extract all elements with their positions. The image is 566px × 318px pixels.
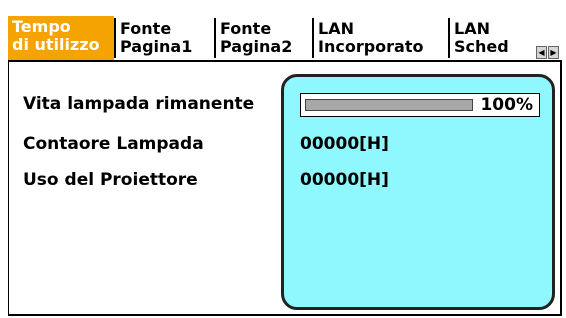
- scroll-right-button[interactable]: ▶: [548, 46, 559, 59]
- tab-label-line1: Fonte: [120, 19, 172, 38]
- tab-lan-schede[interactable]: LAN Sched: [448, 18, 534, 58]
- projector-hours-label: Uso del Proiettore: [23, 170, 198, 190]
- lamp-hours-value: 00000[H]: [300, 134, 389, 154]
- tab-label-line2: di utilizzo: [12, 35, 100, 54]
- info-panel: Vita lampada rimanente Contaore Lampada …: [8, 60, 562, 316]
- lamp-life-label: Vita lampada rimanente: [23, 94, 255, 114]
- tab-label-line1: LAN: [318, 19, 354, 38]
- arrow-left-icon: ◀: [538, 48, 545, 57]
- scroll-left-button[interactable]: ◀: [536, 46, 547, 59]
- value-panel: 100% 00000[H] 00000[H]: [281, 74, 555, 310]
- tab-label-line2: Incorporato: [318, 37, 424, 56]
- arrow-right-icon: ▶: [550, 48, 557, 57]
- divider: [9, 60, 560, 62]
- tab-label-line2: Pagina2: [220, 37, 293, 56]
- lamp-hours-label: Contaore Lampada: [23, 134, 204, 154]
- tab-strip: Tempo di utilizzo Fonte Pagina1 Fonte Pa…: [8, 0, 566, 60]
- tab-lan-incorporato[interactable]: LAN Incorporato: [312, 18, 450, 58]
- tab-label-line1: LAN: [454, 19, 490, 38]
- tab-label-line2: Pagina1: [120, 37, 193, 56]
- tab-label-line1: Fonte: [220, 19, 272, 38]
- lamp-life-bar-fill: [306, 100, 472, 110]
- tab-label-line1: Tempo: [12, 17, 71, 36]
- tab-fonte-pagina2[interactable]: Fonte Pagina2: [214, 18, 314, 58]
- lamp-life-percent: 100%: [480, 95, 533, 115]
- tab-fonte-pagina1[interactable]: Fonte Pagina1: [114, 18, 216, 58]
- tab-label-line2: Sched: [454, 37, 509, 56]
- lamp-life-bar: [305, 99, 473, 111]
- lamp-life-meter: 100%: [300, 93, 540, 117]
- tab-tempo-di-utilizzo[interactable]: Tempo di utilizzo: [8, 16, 114, 60]
- projector-hours-value: 00000[H]: [300, 170, 389, 190]
